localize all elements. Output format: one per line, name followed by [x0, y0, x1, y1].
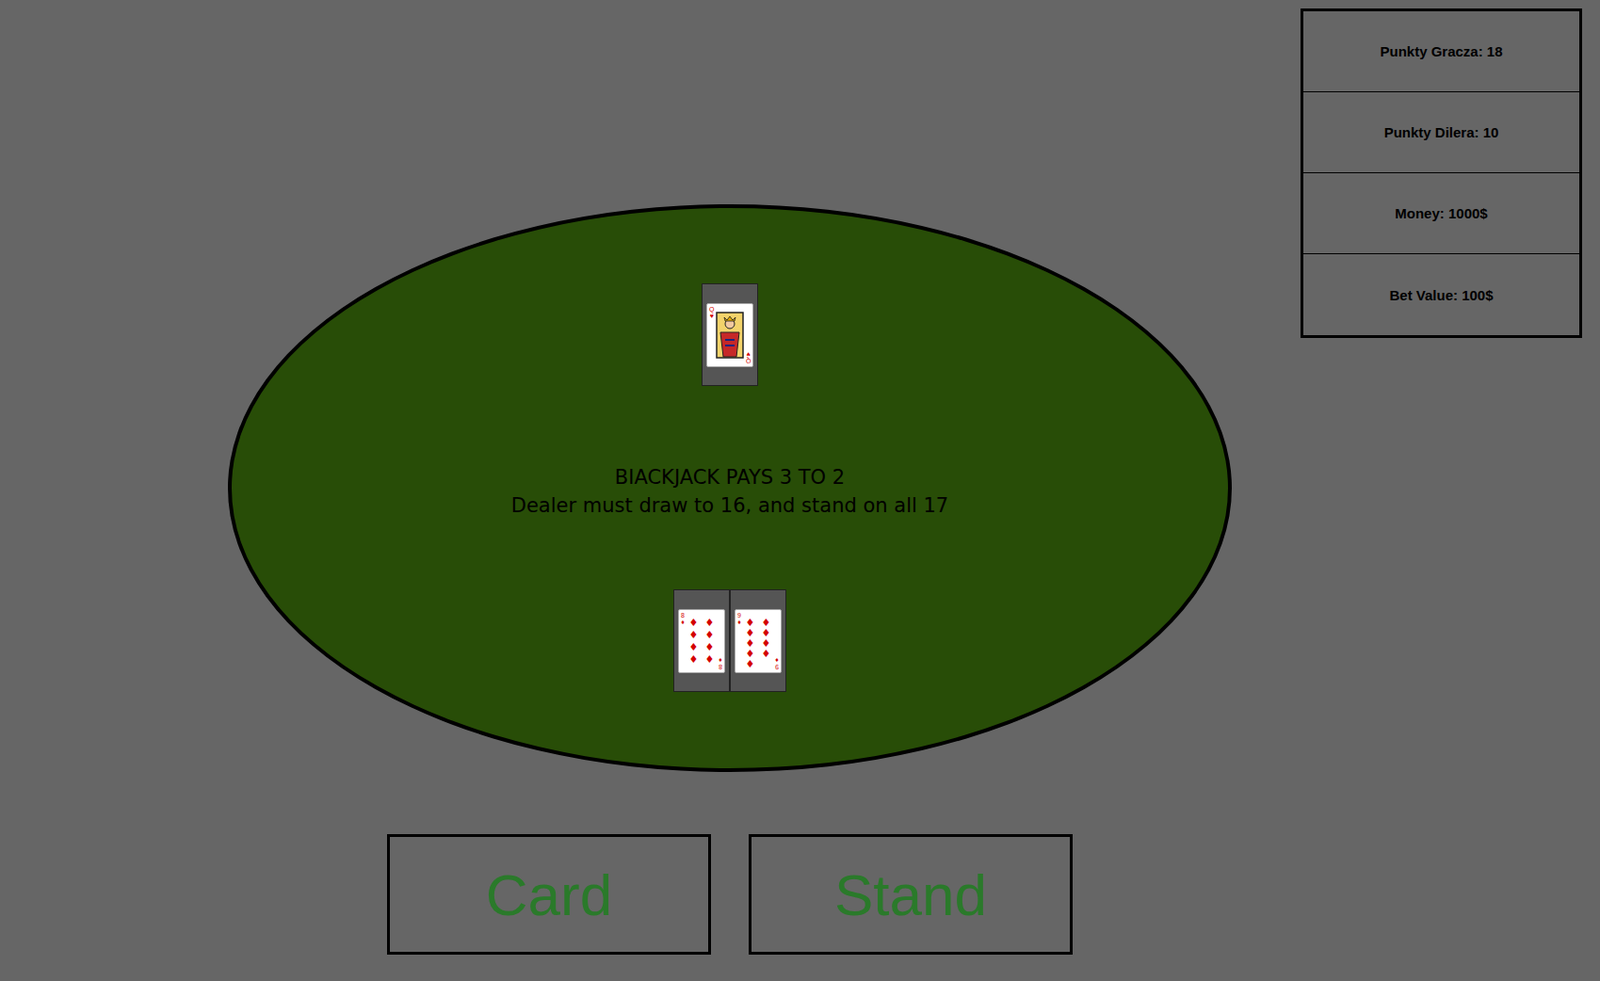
game-area: Q♥ Q♥ BIACKJACK PAYS 3 TO 2Dealer must dra… — [0, 0, 1232, 955]
suit-pip: ♦ — [759, 648, 773, 660]
suit-pip: ♦ — [759, 638, 773, 649]
stat-row: Punkty Dilera: 10 — [1303, 92, 1580, 174]
card-index: 9♦ — [737, 612, 742, 626]
blackjack-table: Q♥ Q♥ BIACKJACK PAYS 3 TO 2Dealer must dra… — [227, 204, 1232, 773]
card-face: ♦♦♦♦♦♦♦♦ — [687, 617, 716, 665]
suit-pip: ♦ — [703, 654, 716, 665]
suit-pip: ♦ — [743, 638, 757, 649]
card-index: 8♦ — [680, 612, 685, 626]
suit-pip: ♦ — [743, 648, 757, 660]
stat-row: Money: 1000$ — [1303, 173, 1580, 255]
stats-panel: Punkty Gracza: 18Punkty Dilera: 10Money:… — [1300, 8, 1583, 339]
action-button[interactable]: Card — [387, 834, 712, 955]
suit-pip: ♦ — [687, 630, 700, 641]
table-rules: BIACKJACK PAYS 3 TO 2Dealer must draw to… — [511, 463, 949, 520]
playing-card: Q♥ Q♥ — [706, 303, 754, 368]
stat-row: Bet Value: 100$ — [1303, 254, 1580, 336]
suit-pip: ♦ — [687, 617, 700, 629]
suit-pip: ♦ — [687, 654, 700, 665]
dealer-hand: Q♥ Q♥ — [701, 283, 759, 387]
suit-pip: ♦ — [743, 659, 757, 670]
action-button[interactable]: Stand — [748, 834, 1073, 955]
card-index: 8♦ — [718, 657, 723, 671]
suit-pip: ♦ — [703, 630, 716, 641]
card-index: 9♦ — [775, 657, 779, 671]
card-face: ♦♦♦♦♦♦♦♦♦ — [743, 617, 773, 665]
player-hand: 8♦♦♦♦♦♦♦♦♦8♦9♦♦♦♦♦♦♦♦♦♦9♦ — [673, 589, 787, 693]
suit-pip: ♦ — [703, 642, 716, 653]
card-face — [715, 311, 744, 359]
card-slot: 8♦♦♦♦♦♦♦♦♦8♦ — [673, 589, 730, 693]
card-index: Q♥ — [745, 351, 751, 365]
blackjack-screen: Q♥ Q♥ BIACKJACK PAYS 3 TO 2Dealer must dra… — [0, 0, 1600, 981]
action-buttons: Card Stand — [387, 834, 1073, 955]
playing-card: 9♦♦♦♦♦♦♦♦♦♦9♦ — [734, 609, 782, 674]
card-slot: Q♥ Q♥ — [701, 283, 759, 387]
stat-row: Punkty Gracza: 18 — [1303, 11, 1580, 93]
card-slot: 9♦♦♦♦♦♦♦♦♦♦9♦ — [729, 589, 787, 693]
rule-text: BIACKJACK PAYS 3 TO 2 — [614, 463, 845, 492]
suit-pip: ♦ — [703, 617, 716, 629]
suit-pip: ♦ — [759, 628, 773, 639]
suit-pip: ♦ — [743, 628, 757, 639]
suit-pip: ♦ — [759, 617, 773, 629]
queen-figure-icon — [715, 311, 744, 359]
suit-pip: ♦ — [687, 642, 700, 653]
playing-card: 8♦♦♦♦♦♦♦♦♦8♦ — [678, 609, 726, 674]
suit-pip: ♦ — [743, 617, 757, 629]
card-index: Q♥ — [709, 306, 714, 320]
rule-text: Dealer must draw to 16, and stand on all… — [511, 491, 949, 520]
